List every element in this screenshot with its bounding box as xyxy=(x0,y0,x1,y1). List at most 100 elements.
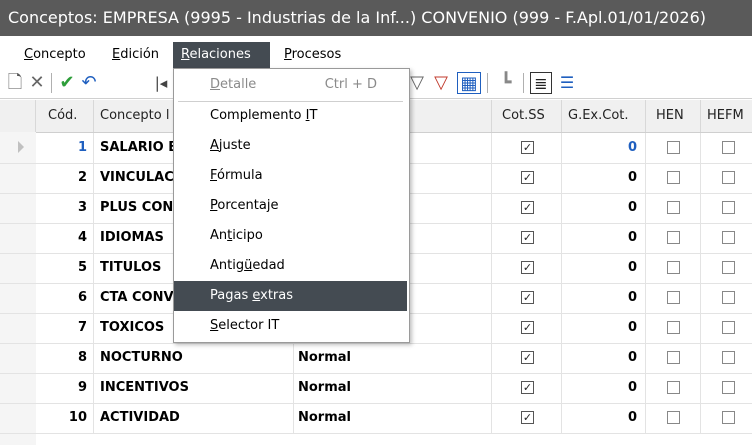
table-row[interactable]: 10 ACTIVIDAD Normal ✓ 0 xyxy=(0,403,752,434)
menu-procesos[interactable]: Procesos xyxy=(278,42,347,68)
cotss-checkbox[interactable]: ✓ xyxy=(521,231,534,244)
header-cod[interactable]: Cód. xyxy=(36,100,94,132)
menu-item-ajuste[interactable]: Ajuste xyxy=(174,131,407,161)
menu-relaciones[interactable]: Relaciones xyxy=(173,42,270,68)
header-hen[interactable]: HEN xyxy=(646,100,701,132)
new-icon[interactable]: 🗋 xyxy=(4,72,26,94)
hen-checkbox[interactable] xyxy=(667,231,680,244)
hen-checkbox[interactable] xyxy=(667,381,680,394)
cell-cod: 2 xyxy=(36,163,94,193)
menu-item-formula[interactable]: Fórmula xyxy=(174,161,407,191)
undo-icon[interactable]: ↶ xyxy=(78,72,100,94)
hen-checkbox[interactable] xyxy=(667,201,680,214)
hefm-checkbox[interactable] xyxy=(722,261,735,274)
cotss-checkbox[interactable]: ✓ xyxy=(521,411,534,424)
cell-cod: 8 xyxy=(36,343,94,373)
relaciones-dropdown-menu: Detalle Ctrl + D Complemento IT Ajuste Fó… xyxy=(173,68,410,343)
menu-item-antiguedad[interactable]: Antigüedad xyxy=(174,251,407,281)
cell-tipo: Normal xyxy=(294,343,492,373)
menu-item-complemento-it[interactable]: Complemento IT xyxy=(174,101,407,131)
cell-gexcot: 0 xyxy=(562,193,646,223)
filter-icon[interactable]: ▽ xyxy=(408,72,426,94)
menu-item-label-rest: orcentaje xyxy=(217,198,279,213)
hefm-checkbox[interactable] xyxy=(722,201,735,214)
cotss-checkbox[interactable]: ✓ xyxy=(521,351,534,364)
cell-hefm xyxy=(701,403,752,433)
hefm-checkbox[interactable] xyxy=(722,141,735,154)
cotss-checkbox[interactable]: ✓ xyxy=(521,261,534,274)
window-title: Conceptos: EMPRESA (9995 - Industrias de… xyxy=(8,8,706,27)
menu-item-label: Pagas xyxy=(210,288,253,303)
menu-item-anticipo[interactable]: Anticipo xyxy=(174,221,407,251)
cell-gexcot: 0 xyxy=(562,163,646,193)
hen-checkbox[interactable] xyxy=(667,351,680,364)
hen-checkbox[interactable] xyxy=(667,141,680,154)
confirm-icon[interactable]: ✔ xyxy=(56,72,78,94)
menu-item-porcentaje[interactable]: Porcentaje xyxy=(174,191,407,221)
cell-hen xyxy=(646,283,701,313)
clear-filter-icon[interactable]: ▽ xyxy=(430,72,452,94)
menu-item-label-rest: elector IT xyxy=(218,318,280,333)
delete-icon[interactable]: ✕ xyxy=(26,72,48,94)
cell-hefm xyxy=(701,133,752,163)
cotss-checkbox[interactable]: ✓ xyxy=(521,171,534,184)
hefm-checkbox[interactable] xyxy=(722,291,735,304)
menu-procesos-mnemonic: P xyxy=(284,47,292,62)
cell-gexcot: 0 xyxy=(562,283,646,313)
hefm-checkbox[interactable] xyxy=(722,321,735,334)
table-row[interactable]: 9 INCENTIVOS Normal ✓ 0 xyxy=(0,373,752,404)
menu-edicion[interactable]: Edición xyxy=(106,42,165,68)
cotss-checkbox[interactable]: ✓ xyxy=(521,201,534,214)
hefm-checkbox[interactable] xyxy=(722,231,735,244)
header-cotss[interactable]: Cot.SS xyxy=(492,100,562,132)
menu-concepto[interactable]: Concepto xyxy=(18,42,92,68)
hefm-checkbox[interactable] xyxy=(722,381,735,394)
hen-checkbox[interactable] xyxy=(667,291,680,304)
menu-procesos-label-rest: rocesos xyxy=(291,47,342,62)
menu-item-mnemonic: e xyxy=(252,288,261,303)
table-row[interactable]: 8 NOCTURNO Normal ✓ 0 xyxy=(0,343,752,374)
menu-item-mnemonic: D xyxy=(210,77,221,92)
cell-cotss: ✓ xyxy=(492,403,562,433)
cell-gexcot: 0 xyxy=(562,133,646,163)
list-icon[interactable]: ≣ xyxy=(530,72,552,94)
cell-concepto: INCENTIVOS xyxy=(94,373,294,403)
header-gexcot[interactable]: G.Ex.Cot. xyxy=(562,100,646,132)
cotss-checkbox[interactable]: ✓ xyxy=(521,141,534,154)
menu-item-mnemonic: A xyxy=(210,138,219,153)
cotss-checkbox[interactable]: ✓ xyxy=(521,291,534,304)
menu-item-detalle[interactable]: Detalle Ctrl + D xyxy=(174,70,407,100)
cell-cod: 9 xyxy=(36,373,94,403)
cell-cotss: ✓ xyxy=(492,343,562,373)
hen-checkbox[interactable] xyxy=(667,171,680,184)
cell-hefm xyxy=(701,163,752,193)
layout-icon[interactable]: ┗ xyxy=(495,72,517,94)
cell-hefm xyxy=(701,343,752,373)
cell-cotss: ✓ xyxy=(492,163,562,193)
cell-concepto: NOCTURNO xyxy=(94,343,294,373)
hen-checkbox[interactable] xyxy=(667,261,680,274)
cell-hefm xyxy=(701,373,752,403)
hefm-checkbox[interactable] xyxy=(722,411,735,424)
cell-gexcot: 0 xyxy=(562,403,646,433)
toolbar-separator xyxy=(51,73,52,93)
menu-item-label-rest: xtras xyxy=(260,288,294,303)
cell-hen xyxy=(646,223,701,253)
hen-checkbox[interactable] xyxy=(667,411,680,424)
hefm-checkbox[interactable] xyxy=(722,171,735,184)
menu-item-pagas-extras[interactable]: Pagas extras xyxy=(174,281,407,311)
menu-concepto-label-rest: oncepto xyxy=(33,47,86,62)
hen-checkbox[interactable] xyxy=(667,321,680,334)
menu-item-label-rest: icipo xyxy=(232,228,263,243)
cotss-checkbox[interactable]: ✓ xyxy=(521,321,534,334)
hefm-checkbox[interactable] xyxy=(722,351,735,364)
menu-item-selector-it[interactable]: Selector IT xyxy=(174,311,407,341)
header-hefm[interactable]: HEFM xyxy=(701,100,752,132)
menu-bar: Concepto Edición Relaciones Procesos xyxy=(0,42,752,68)
cell-cod: 5 xyxy=(36,253,94,283)
first-icon[interactable]: |◂ xyxy=(150,72,172,94)
grid-icon[interactable]: ▦ xyxy=(457,72,481,94)
list-alt-icon[interactable]: ☰ xyxy=(556,72,578,94)
toolbar-separator xyxy=(487,73,488,93)
cotss-checkbox[interactable]: ✓ xyxy=(521,381,534,394)
